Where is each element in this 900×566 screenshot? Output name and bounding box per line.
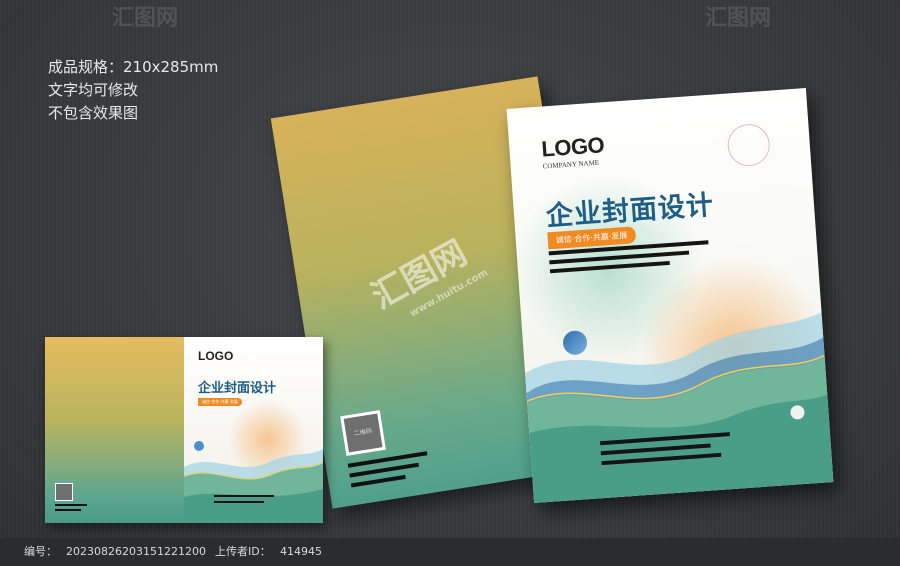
text-line (214, 495, 274, 497)
flat-spread-preview: LOGO 企业封面设计 诚信·合作·共赢·发展 (45, 337, 323, 523)
footer-uploader-label: 上传者ID： (215, 545, 271, 558)
cover-tagline: 诚信·合作·共赢·发展 (198, 398, 242, 406)
qr-code: 二维码 (340, 410, 386, 456)
wave-decoration (184, 449, 323, 523)
wave-decoration (525, 312, 834, 503)
watermark-logo: 汇图网 (112, 6, 179, 31)
cover-title: 企业封面设计 (545, 189, 715, 233)
spec-size: 成品规格：210x285mm (48, 58, 219, 76)
qr-code (55, 483, 73, 501)
spread-back-cover (45, 337, 184, 523)
footer-bar: 编号： 20230826203151221200 上传者ID： 414945 (0, 538, 900, 566)
footer-uploader-value: 414945 (280, 545, 322, 558)
spec-mockup-note: 不包含效果图 (48, 104, 139, 122)
spec-editable-note: 文字均可修改 (48, 81, 139, 99)
ring-decoration (726, 122, 772, 168)
footer-id-label: 编号： (24, 545, 57, 558)
spread-front-cover: LOGO 企业封面设计 诚信·合作·共赢·发展 (184, 337, 323, 523)
text-line (55, 509, 81, 511)
cover-logo: LOGO (198, 349, 234, 363)
cover-title: 企业封面设计 (198, 381, 277, 396)
qr-code-label: 二维码 (343, 413, 383, 453)
front-cover-mockup: LOGO COMPANY NAME 企业封面设计 诚信·合作·共赢·发展 (506, 88, 834, 503)
text-line (350, 474, 406, 488)
footer-id-value: 20230826203151221200 (66, 545, 206, 558)
watermark-logo: 汇图网 (705, 6, 772, 31)
text-line (55, 504, 87, 506)
text-line (214, 501, 264, 503)
